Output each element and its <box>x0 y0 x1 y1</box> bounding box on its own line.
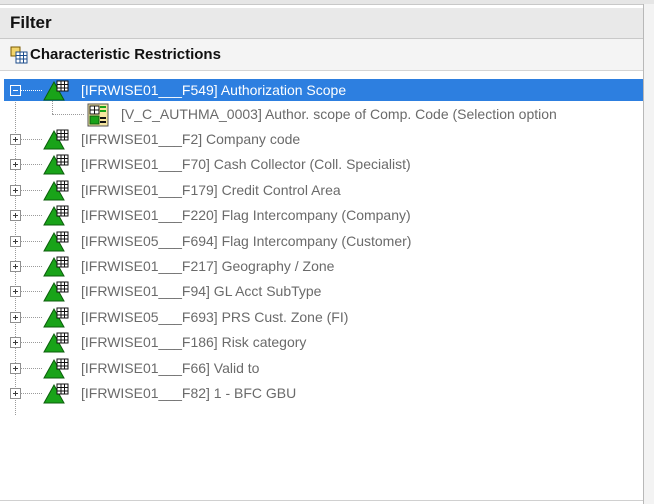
characteristic-triangle-grid-icon <box>43 80 69 102</box>
characteristic-triangle-grid-icon <box>43 180 69 202</box>
filter-panel-header: Filter <box>0 8 644 39</box>
tree-node-authorization-scope[interactable]: [IFRWISE01___F549] Authorization Scope <box>0 79 643 103</box>
tree-connector <box>20 291 42 292</box>
tree-connector <box>20 190 42 191</box>
splitter-handle[interactable] <box>644 4 654 504</box>
tree-node-label: [IFRWISE01___F2] Company code <box>81 131 301 147</box>
tree-node-company-code[interactable]: [IFRWISE01___F2] Company code <box>0 128 643 152</box>
characteristic-triangle-grid-icon <box>43 129 69 151</box>
tree-node-gl-acct-subtype[interactable]: [IFRWISE01___F94] GL Acct SubType <box>0 280 643 304</box>
tree-connector <box>20 164 42 165</box>
tree-node-label: [IFRWISE01___F220] Flag Intercompany (Co… <box>81 207 411 223</box>
tree-node-label: [IFRWISE01___F70] Cash Collector (Coll. … <box>81 156 411 172</box>
tree-node-geography-zone[interactable]: [IFRWISE01___F217] Geography / Zone <box>0 255 643 279</box>
characteristic-triangle-grid-icon <box>43 256 69 278</box>
tree-node-label: [IFRWISE05___F693] PRS Cust. Zone (FI) <box>81 309 349 325</box>
tree-node-valid-to[interactable]: [IFRWISE01___F66] Valid to <box>0 357 643 381</box>
tree-node-flag-intercompany-company[interactable]: [IFRWISE01___F220] Flag Intercompany (Co… <box>0 204 643 228</box>
characteristics-table-icon <box>10 46 28 64</box>
tree-node-label: [IFRWISE01___F94] GL Acct SubType <box>81 283 322 299</box>
characteristic-restrictions-header: Characteristic Restrictions <box>0 39 643 71</box>
characteristic-triangle-grid-icon <box>43 307 69 329</box>
tree-node-label: [IFRWISE01___F186] Risk category <box>81 334 307 350</box>
tree-node-flag-intercompany-customer[interactable]: [IFRWISE05___F694] Flag Intercompany (Cu… <box>0 230 643 254</box>
characteristic-triangle-grid-icon <box>43 231 69 253</box>
tree-connector <box>20 90 42 91</box>
tree-connector <box>20 393 42 394</box>
section-title: Characteristic Restrictions <box>30 46 221 63</box>
tree-connector <box>20 139 42 140</box>
tree-node-label: [IFRWISE01___F82] 1 - BFC GBU <box>81 385 297 401</box>
characteristic-triangle-grid-icon <box>43 205 69 227</box>
tree-node-prs-cust-zone[interactable]: [IFRWISE05___F693] PRS Cust. Zone (FI) <box>0 306 643 330</box>
selection-variable-icon <box>87 103 109 127</box>
tree-connector <box>20 266 42 267</box>
tree-node-label: [IFRWISE01___F549] Authorization Scope <box>81 82 347 98</box>
tree-connector <box>20 317 42 318</box>
tree-node-cash-collector[interactable]: [IFRWISE01___F70] Cash Collector (Coll. … <box>0 153 643 177</box>
tree-connector <box>20 241 42 242</box>
tree-connector <box>20 368 42 369</box>
tree-node-label: [V_C_AUTHMA_0003] Author. scope of Comp.… <box>121 106 557 122</box>
tree-node-selection-variable[interactable]: [V_C_AUTHMA_0003] Author. scope of Comp.… <box>0 101 643 127</box>
characteristic-triangle-grid-icon <box>43 358 69 380</box>
tree-node-risk-category[interactable]: [IFRWISE01___F186] Risk category <box>0 331 643 355</box>
characteristic-triangle-grid-icon <box>43 332 69 354</box>
characteristic-triangle-grid-icon <box>43 281 69 303</box>
characteristic-triangle-grid-icon <box>43 154 69 176</box>
filter-title: Filter <box>10 13 52 32</box>
characteristic-tree: [IFRWISE01___F549] Authorization Scope [… <box>0 78 643 488</box>
tree-connector <box>52 114 84 115</box>
window-top-border <box>0 0 654 5</box>
characteristic-triangle-grid-icon <box>43 383 69 405</box>
tree-node-label: [IFRWISE01___F217] Geography / Zone <box>81 258 335 274</box>
tree-node-bfc-gbu[interactable]: [IFRWISE01___F82] 1 - BFC GBU <box>0 382 643 406</box>
tree-connector <box>20 215 42 216</box>
tree-node-label: [IFRWISE01___F179] Credit Control Area <box>81 182 341 198</box>
tree-node-label: [IFRWISE01___F66] Valid to <box>81 360 260 376</box>
tree-node-credit-control-area[interactable]: [IFRWISE01___F179] Credit Control Area <box>0 179 643 203</box>
tree-connector <box>20 342 42 343</box>
tree-node-label: [IFRWISE05___F694] Flag Intercompany (Cu… <box>81 233 412 249</box>
panel-bottom-border <box>0 500 643 501</box>
tree-connector <box>52 101 53 114</box>
